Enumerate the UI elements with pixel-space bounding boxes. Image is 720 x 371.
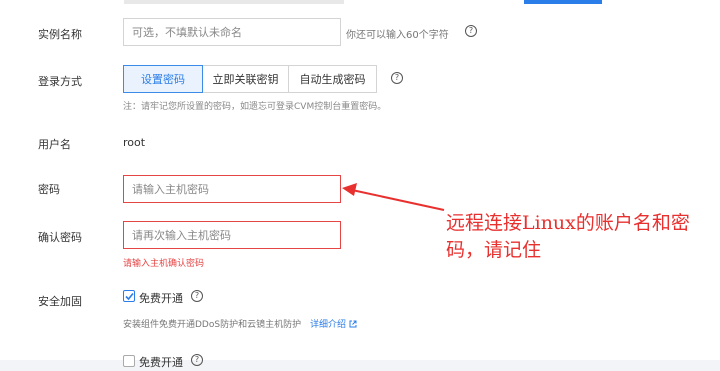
option-link-key[interactable]: 立即关联密钥 <box>202 65 289 93</box>
instance-name-label: 实例名称 <box>38 28 82 41</box>
bottom-divider-strip <box>0 360 720 371</box>
check-icon <box>125 292 134 301</box>
login-method-label: 登录方式 <box>38 75 82 88</box>
next-row-checkbox[interactable] <box>123 355 135 367</box>
security-desc: 安装组件免费开通DDoS防护和云镜主机防护 详细介绍 <box>123 317 357 330</box>
instance-name-input[interactable] <box>123 18 341 46</box>
help-circle-icon[interactable]: ? <box>391 72 403 84</box>
details-link[interactable]: 详细介绍 <box>310 320 346 330</box>
top-strip-active-segment <box>524 0 602 4</box>
confirm-password-error: 请输入主机确认密码 <box>123 259 205 269</box>
option-set-password[interactable]: 设置密码 <box>123 65 203 93</box>
password-input[interactable] <box>123 175 341 203</box>
instance-name-hint: 你还可以输入60个字符 <box>346 30 449 41</box>
help-circle-icon[interactable]: ? <box>191 354 203 366</box>
option-auto-password[interactable]: 自动生成密码 <box>288 65 377 93</box>
username-label: 用户名 <box>38 138 71 151</box>
login-method-note: 注：请牢记您所设置的密码，如遗忘可登录CVM控制台重置密码。 <box>123 102 387 112</box>
annotation-text: 远程连接Linux的账户名和密码，请记住 <box>446 212 690 261</box>
external-link-icon[interactable] <box>349 320 357 328</box>
username-value: root <box>123 136 146 149</box>
top-strip-segment <box>124 0 344 4</box>
next-row-checkbox-label: 免费开通 <box>139 356 183 369</box>
confirm-password-label: 确认密码 <box>38 231 82 244</box>
help-circle-icon[interactable]: ? <box>191 290 203 302</box>
top-tab-strip <box>0 0 720 4</box>
password-label: 密码 <box>38 183 60 196</box>
details-link-text: 详细介绍 <box>309 320 346 330</box>
security-desc-text: 安装组件免费开通DDoS防护和云镜主机防护 <box>123 320 302 330</box>
help-circle-icon[interactable]: ? <box>465 25 477 37</box>
security-checkbox-label: 免费开通 <box>139 292 183 305</box>
login-method-options: 设置密码 立即关联密钥 自动生成密码 <box>123 65 377 93</box>
confirm-password-input[interactable] <box>123 221 341 249</box>
security-label: 安全加固 <box>38 295 82 308</box>
red-arrow <box>342 183 445 211</box>
security-checkbox[interactable] <box>123 290 135 302</box>
